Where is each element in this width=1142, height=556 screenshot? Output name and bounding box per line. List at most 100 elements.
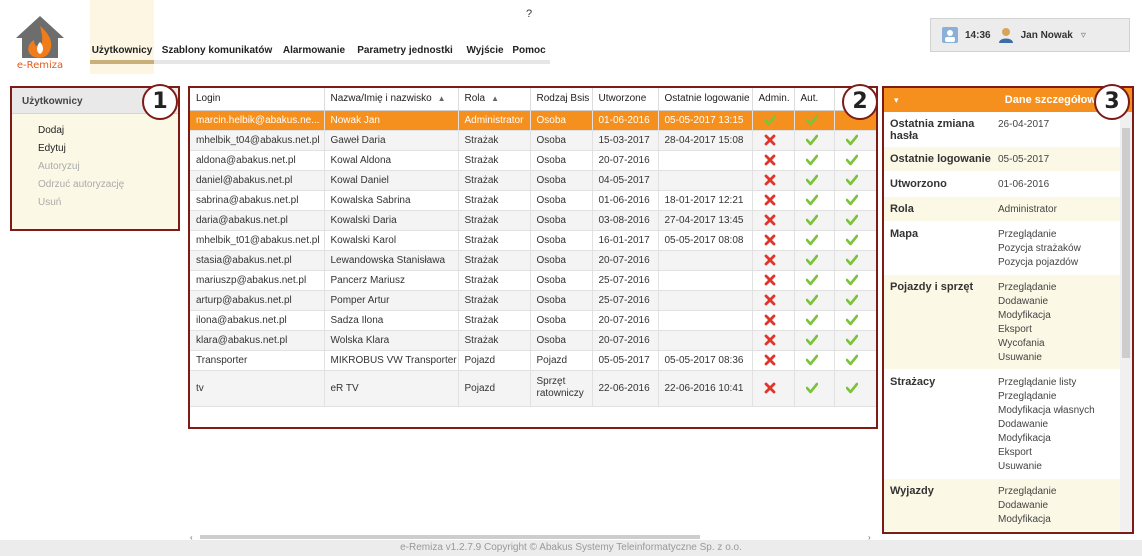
table-row[interactable]: daniel@abakus.net.pl Kowal Daniel Strażak O… [190, 170, 876, 191]
cell-role: Strażak [458, 130, 531, 151]
vertical-scrollbar[interactable] [1120, 112, 1132, 532]
column-header-7[interactable]: Aut. [794, 88, 835, 111]
cell-login: Transporter [190, 350, 325, 371]
detail-value: Pozycja strażaków [998, 243, 1081, 254]
table-row[interactable]: ilona@abakus.net.pl Sadza Ilona Strażak Oso… [190, 310, 876, 331]
detail-values: 26-04-2017 [992, 112, 1120, 146]
cell-name: Nowak Jan [324, 110, 459, 131]
nav-item-5[interactable]: ? Pomoc [508, 0, 550, 74]
cell-admin [752, 150, 795, 171]
nav-label: Wyjście [466, 45, 504, 56]
detail-value: Przeglądanie [998, 229, 1057, 240]
chevron-down-icon[interactable]: ▿ [1081, 30, 1086, 41]
action-reject: Odrzuć autoryzację [12, 176, 178, 192]
collapse-caret-icon[interactable]: ▾ [894, 88, 899, 112]
cell-login: stasia@abakus.net.pl [190, 250, 325, 271]
cell-name: Kowal Daniel [324, 170, 459, 191]
detail-value: Przeglądanie listy [998, 377, 1077, 388]
user-icon [998, 28, 1013, 43]
cell-c9 [834, 350, 876, 371]
table-row[interactable]: daria@abakus.net.pl Kowalski Daria Strażak… [190, 210, 876, 231]
detail-value: Dodawanie [998, 500, 1049, 511]
nav-item-1[interactable]: Szablony komunikatów [154, 0, 280, 74]
nav-label: Parametry jednostki [357, 45, 453, 56]
cell-name: Pancerz Mariusz [324, 270, 459, 291]
cross-icon [764, 214, 775, 226]
detail-row: Utworzono 01-06-2016 [884, 172, 1132, 197]
table-row[interactable]: tv eR TV Pojazd Sprzęt ratowniczy 22-06-2016… [190, 370, 876, 407]
checkmark-icon [845, 274, 858, 286]
cell-created: 05-05-2017 [592, 350, 659, 371]
detail-values: Administrator [992, 197, 1120, 221]
cell-type: Osoba [530, 210, 593, 231]
detail-value: Wycofania [998, 338, 1045, 349]
checkmark-icon [805, 382, 818, 394]
detail-key: Utworzono [890, 178, 947, 190]
nav-item-2[interactable]: Alarmowanie [280, 0, 348, 74]
cell-role: Strażak [458, 210, 531, 231]
nav-item-3[interactable]: Parametry jednostki [348, 0, 462, 74]
table-row[interactable]: klara@abakus.net.pl Wolska Klara Strażak Os… [190, 330, 876, 351]
cell-c9 [834, 210, 876, 231]
checkmark-icon [763, 114, 776, 126]
details-title: Dane szczegółowe [1004, 94, 1102, 106]
table-row[interactable]: mhelbik_t04@abakus.net.pl Gaweł Daria Stra… [190, 130, 876, 151]
detail-row: Strażacy Przeglądanie listy Przeglądanie Mo… [884, 370, 1132, 479]
column-header-2[interactable]: Rola ▲ [458, 88, 531, 111]
cell-created: 01-06-2016 [592, 110, 659, 131]
nav-label: Użytkownicy [91, 45, 153, 56]
cell-admin [752, 350, 795, 371]
user-menu[interactable]: 14:36 Jan Nowak ▿ [930, 18, 1130, 52]
table-row[interactable]: stasia@abakus.net.pl Lewandowska Stanisła… [190, 250, 876, 271]
action-add-user[interactable]: Dodaj [12, 122, 178, 138]
nav-label: Szablony komunikatów [161, 45, 273, 56]
detail-value: Modyfikacja [998, 310, 1051, 321]
detail-value: 26-04-2017 [998, 119, 1050, 130]
column-header-label: Ostatnie logowanie [664, 93, 750, 105]
column-header-4[interactable]: Utworzone [592, 88, 659, 111]
table-row[interactable]: arturp@abakus.net.pl Pomper Artur Strażak O… [190, 290, 876, 311]
cell-c9 [834, 370, 876, 407]
cross-icon [764, 274, 775, 286]
cell-last: 05-05-2017 08:36 [658, 350, 753, 371]
cell-c9 [834, 230, 876, 251]
action-edit[interactable]: Edytuj [12, 140, 178, 156]
table-row[interactable]: mariuszp@abakus.net.pl Pancerz Mariusz Str… [190, 270, 876, 291]
checkmark-icon [805, 294, 818, 306]
detail-values: Przeglądanie listy Przeglądanie Modyfikacj… [992, 370, 1120, 478]
cell-last [658, 310, 753, 331]
table-row[interactable]: marcin.helbik@abakus.ne... Nowak Jan Admin… [190, 110, 876, 131]
action-label: Dodaj [38, 124, 65, 136]
column-header-3[interactable]: Rodzaj Bsis [530, 88, 593, 111]
checkmark-icon [805, 154, 818, 166]
cell-admin [752, 130, 795, 151]
table-row[interactable]: aldona@abakus.net.pl Kowal Aldona Strażak O… [190, 150, 876, 171]
detail-values: 01-06-2016 [992, 172, 1120, 196]
sort-asc-icon: ▲ [437, 94, 446, 104]
table-row[interactable]: mhelbik_t01@abakus.net.pl Kowalski Karol S… [190, 230, 876, 251]
table-row[interactable]: Transporter MIKROBUS VW Transporter Pojazd… [190, 350, 876, 371]
checkmark-icon [845, 254, 858, 266]
column-header-1[interactable]: Nazwa/Imię i nazwisko ▲ [324, 88, 459, 111]
column-header-5[interactable]: Ostatnie logowanie [658, 88, 753, 111]
table-row[interactable]: sabrina@abakus.net.pl Kowalska Sabrina Str… [190, 190, 876, 211]
cell-created: 20-07-2016 [592, 250, 659, 271]
action-label: Edytuj [38, 142, 66, 154]
nav-item-0[interactable]: Użytkownicy [90, 0, 154, 74]
nav-item-4[interactable]: Wyjście [462, 0, 508, 74]
user-name: Jan Nowak [1020, 29, 1073, 41]
checkmark-icon [845, 134, 858, 146]
column-header-label: Nazwa/Imię i nazwisko [330, 93, 432, 105]
add-user-icon [24, 125, 35, 136]
cell-last: 05-05-2017 08:08 [658, 230, 753, 251]
detail-value: 05-05-2017 [998, 154, 1050, 165]
detail-value: Usuwanie [998, 352, 1042, 363]
column-header-0[interactable]: Login [190, 88, 325, 111]
cell-role: Pojazd [458, 350, 531, 371]
scrollbar-thumb[interactable] [1122, 128, 1130, 358]
footer-copyright: e-Remiza v1.2.7.9 Copyright © Abakus Sys… [0, 540, 1142, 556]
column-header-6[interactable]: Admin. [752, 88, 795, 111]
cell-c9 [834, 310, 876, 331]
cell-created: 04-05-2017 [592, 170, 659, 191]
top-toolbar: e-Remiza Użytkownicy Szablony komunikatów… [0, 0, 1142, 74]
